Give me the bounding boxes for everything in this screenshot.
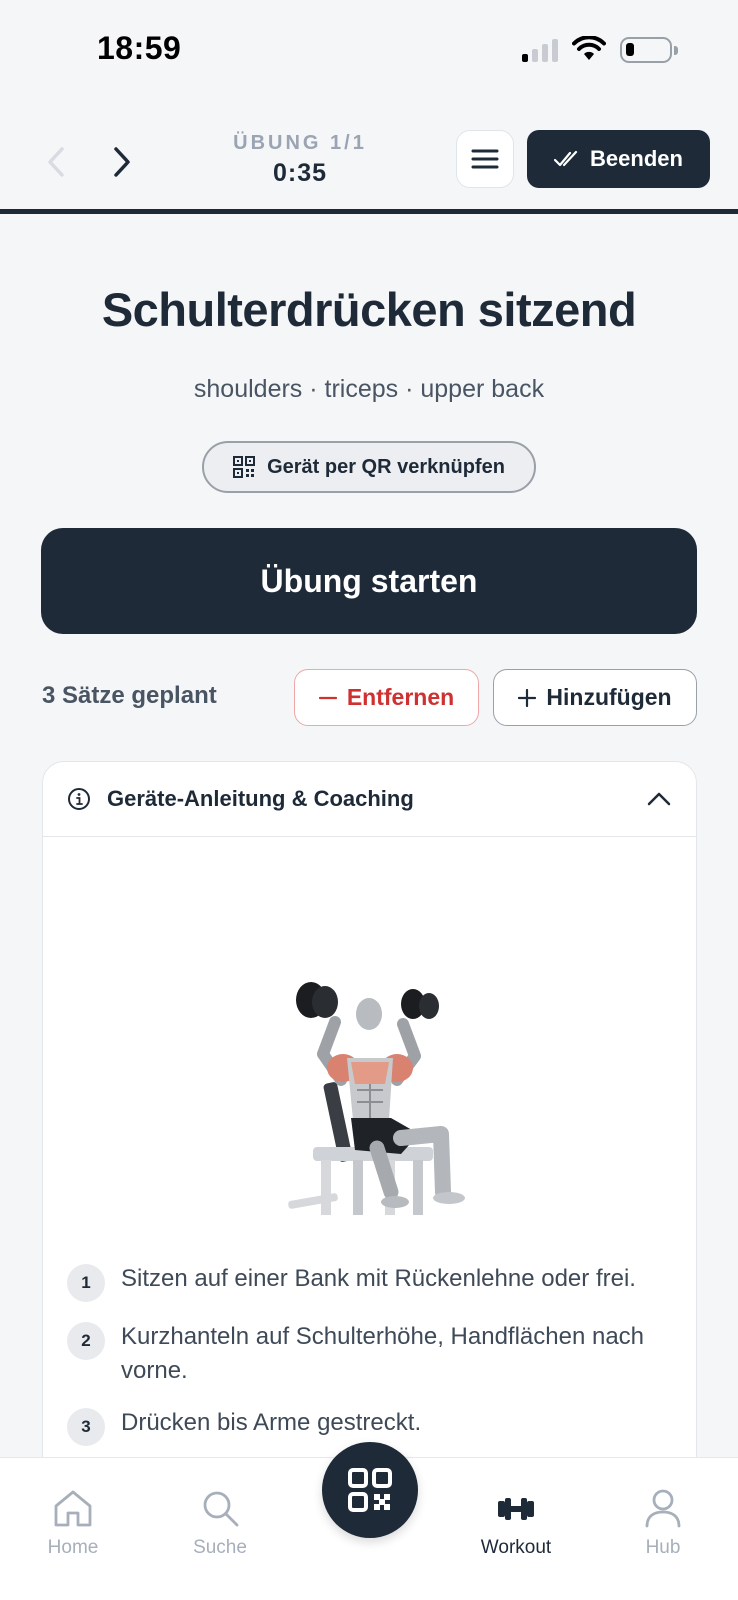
- battery-icon: [620, 37, 678, 63]
- tab-workout[interactable]: Workout: [456, 1488, 576, 1559]
- remove-set-label: Entfernen: [346, 684, 455, 710]
- link-device-qr-button[interactable]: Gerät per QR verknüpfen: [202, 441, 536, 493]
- tab-hub[interactable]: Hub: [603, 1488, 723, 1559]
- minus-icon: [318, 696, 337, 699]
- tab-workout-label: Workout: [480, 1537, 552, 1558]
- dumbbell-icon: [498, 1498, 534, 1520]
- tab-search-label: Suche: [193, 1537, 247, 1558]
- coaching-card-header[interactable]: Geräte-Anleitung & Coaching: [43, 762, 696, 837]
- chevron-right-icon: [114, 147, 130, 177]
- start-exercise-button[interactable]: Übung starten: [41, 528, 697, 634]
- muscle-groups: shoulders · triceps · upper back: [193, 375, 545, 403]
- wifi-icon: [572, 36, 606, 60]
- instruction-steps: 1 Sitzen auf einer Bank mit Rückenlehne …: [67, 1262, 677, 1460]
- qr-icon: [233, 456, 256, 478]
- elapsed-timer: 0:35: [272, 159, 328, 187]
- workout-progress-bar: [0, 209, 738, 214]
- sets-planned-label: 3 Sätze geplant: [42, 682, 217, 709]
- menu-icon: [471, 149, 499, 169]
- finish-workout-button[interactable]: Beenden: [527, 130, 710, 188]
- tab-home-label: Home: [47, 1537, 99, 1558]
- step-number: 1: [67, 1264, 105, 1302]
- coaching-card: Geräte-Anleitung & Coaching 1 Sitzen auf…: [42, 761, 697, 1461]
- tab-search[interactable]: Suche: [160, 1488, 280, 1559]
- exercise-title: Schulterdrücken sitzend: [101, 283, 637, 336]
- previous-exercise-button[interactable]: [36, 142, 76, 182]
- finish-workout-label: Beenden: [590, 146, 683, 171]
- user-icon: [645, 1489, 681, 1528]
- instruction-step: 1 Sitzen auf einer Bank mit Rückenlehne …: [67, 1262, 677, 1302]
- chevron-up-icon[interactable]: [646, 791, 672, 807]
- instruction-step: 3 Drücken bis Arme gestreckt.: [67, 1406, 677, 1446]
- menu-button[interactable]: [456, 130, 514, 188]
- info-icon: [68, 788, 90, 810]
- exercise-counter-label: ÜBUNG 1/1: [233, 132, 367, 154]
- instruction-step: 2 Kurzhanteln auf Schulterhöhe, Handfläc…: [67, 1320, 677, 1388]
- step-text: Kurzhanteln auf Schulterhöhe, Handfläche…: [121, 1323, 645, 1384]
- signal-icon: [522, 38, 558, 62]
- step-text: Drücken bis Arme gestreckt.: [121, 1409, 422, 1436]
- step-number: 3: [67, 1408, 105, 1446]
- qr-icon: [348, 1468, 392, 1512]
- dumbbell-left: [296, 982, 338, 1018]
- add-set-label: Hinzufügen: [546, 684, 672, 710]
- home-icon: [54, 1490, 92, 1527]
- step-text: Sitzen auf einer Bank mit Rückenlehne od…: [121, 1265, 636, 1292]
- tab-home[interactable]: Home: [13, 1488, 133, 1559]
- next-exercise-button[interactable]: [102, 142, 142, 182]
- link-device-qr-label: Gerät per QR verknüpfen: [267, 455, 505, 478]
- chevron-left-icon: [48, 147, 64, 177]
- exercise-illustration: [288, 982, 465, 1215]
- step-number: 2: [67, 1322, 105, 1360]
- workout-header: ÜBUNG 1/1 0:35 Beenden: [0, 112, 738, 208]
- tab-hub-label: Hub: [645, 1537, 681, 1558]
- status-bar: 18:59: [0, 0, 738, 100]
- qr-scan-button[interactable]: [322, 1442, 418, 1538]
- status-time: 18:59: [97, 30, 182, 66]
- remove-set-button[interactable]: Entfernen: [294, 669, 479, 726]
- exercise-counter: ÜBUNG 1/1 0:35: [200, 132, 400, 188]
- add-set-button[interactable]: Hinzufügen: [493, 669, 697, 726]
- dumbbell-right: [401, 989, 439, 1019]
- plus-icon: [518, 688, 537, 707]
- coaching-card-title: Geräte-Anleitung & Coaching: [107, 786, 414, 811]
- double-check-icon: [554, 150, 578, 167]
- search-icon: [203, 1491, 239, 1527]
